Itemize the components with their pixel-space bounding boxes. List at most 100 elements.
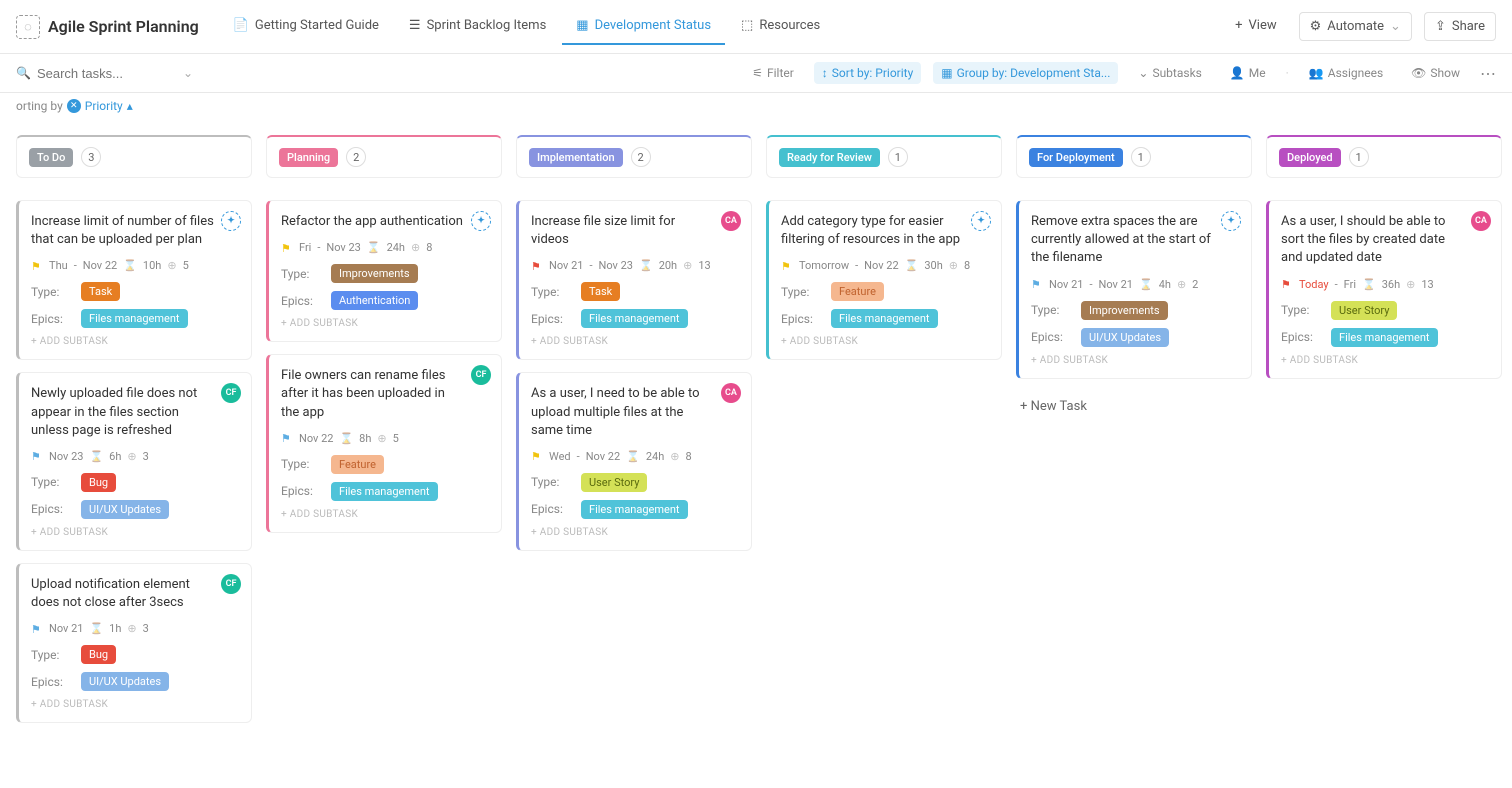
tab-resources[interactable]: ⬚Resources [727,8,834,45]
tab-getting-started-guide[interactable]: 📄Getting Started Guide [219,8,393,45]
sort-field-link[interactable]: Priority [85,99,123,113]
type-tag[interactable]: Task [581,282,620,301]
end-date[interactable]: Fri [1344,278,1356,291]
tab-sprint-backlog-items[interactable]: ☰Sprint Backlog Items [395,8,560,45]
priority-flag-icon[interactable]: ⚑ [31,260,43,272]
assignee-avatar[interactable]: CF [221,574,241,594]
add-subtask-button[interactable]: + ADD SUBTASK [31,699,239,710]
column-header[interactable]: Deployed1 [1266,135,1502,178]
sort-button[interactable]: ↕Sort by: Priority [814,62,921,84]
assignee-avatar[interactable]: ✦ [971,211,991,231]
epic-tag[interactable]: Files management [1331,328,1438,347]
end-date[interactable]: Nov 22 [83,259,117,272]
type-tag[interactable]: Improvements [331,264,418,283]
priority-flag-icon[interactable]: ⚑ [31,623,43,635]
end-date[interactable]: Nov 23 [599,259,633,272]
due-date[interactable]: Tomorrow [799,259,849,272]
end-date[interactable]: Nov 22 [864,259,898,272]
due-date[interactable]: Nov 23 [49,450,83,463]
priority-flag-icon[interactable]: ⚑ [1031,278,1043,290]
chevron-down-icon[interactable]: ⌄ [183,66,193,80]
task-card[interactable]: ✦Increase limit of number of files that … [16,200,252,360]
subtasks-button[interactable]: ⌄Subtasks [1130,62,1209,84]
tab-development-status[interactable]: ▦Development Status [562,8,725,45]
due-date[interactable]: Nov 21 [549,259,583,272]
add-subtask-button[interactable]: + ADD SUBTASK [281,509,489,520]
type-tag[interactable]: User Story [1331,301,1397,320]
priority-flag-icon[interactable]: ⚑ [531,450,543,462]
type-tag[interactable]: Feature [331,455,384,474]
add-view-button[interactable]: + View [1221,8,1291,45]
due-date[interactable]: Nov 22 [299,432,333,445]
type-tag[interactable]: User Story [581,473,647,492]
epic-tag[interactable]: Files management [581,500,688,519]
end-date[interactable]: Nov 23 [326,241,360,254]
task-card[interactable]: CAAs a user, I need to be able to upload… [516,372,752,551]
add-subtask-button[interactable]: + ADD SUBTASK [531,527,739,538]
priority-flag-icon[interactable]: ⚑ [781,260,793,272]
epic-tag[interactable]: Authentication [331,291,418,310]
add-subtask-button[interactable]: + ADD SUBTASK [31,527,239,538]
type-tag[interactable]: Bug [81,473,116,492]
add-subtask-button[interactable]: + ADD SUBTASK [531,336,739,347]
epic-tag[interactable]: Files management [831,309,938,328]
assignee-avatar[interactable]: CA [721,211,741,231]
epic-tag[interactable]: UI/UX Updates [1081,328,1169,347]
task-card[interactable]: CAAs a user, I should be able to sort th… [1266,200,1502,379]
column-header[interactable]: Ready for Review1 [766,135,1002,178]
column-header[interactable]: To Do3 [16,135,252,178]
show-button[interactable]: 👁Show [1403,62,1468,84]
type-tag[interactable]: Improvements [1081,301,1168,320]
epic-tag[interactable]: Files management [81,309,188,328]
type-tag[interactable]: Feature [831,282,884,301]
me-button[interactable]: 👤Me [1222,62,1274,84]
task-card[interactable]: ✦Refactor the app authentication⚑Fri-Nov… [266,200,502,342]
type-tag[interactable]: Task [81,282,120,301]
share-button[interactable]: ⇪ Share [1424,12,1496,41]
task-card[interactable]: ✦Remove extra spaces the are currently a… [1016,200,1252,379]
task-card[interactable]: CFFile owners can rename files after it … [266,354,502,533]
add-subtask-button[interactable]: + ADD SUBTASK [1281,355,1489,366]
group-button[interactable]: ▦Group by: Development Sta... [933,62,1118,84]
epic-tag[interactable]: Files management [331,482,438,501]
due-date[interactable]: Wed [549,450,571,463]
due-date[interactable]: Nov 21 [1049,278,1083,291]
priority-flag-icon[interactable]: ⚑ [281,242,293,254]
due-date[interactable]: Nov 21 [49,622,83,635]
priority-flag-icon[interactable]: ⚑ [281,432,293,444]
priority-flag-icon[interactable]: ⚑ [1281,278,1293,290]
end-date[interactable]: Nov 21 [1099,278,1133,291]
workspace-icon[interactable]: ◌ [16,15,40,39]
task-card[interactable]: CFNewly uploaded file does not appear in… [16,372,252,551]
search-box[interactable]: 🔍 ⌄ [16,66,216,81]
epic-tag[interactable]: Files management [581,309,688,328]
due-date[interactable]: Fri [299,241,311,254]
task-card[interactable]: CFUpload notification element does not c… [16,563,252,723]
add-subtask-button[interactable]: + ADD SUBTASK [781,336,989,347]
column-header[interactable]: For Deployment1 [1016,135,1252,178]
add-subtask-button[interactable]: + ADD SUBTASK [281,318,489,329]
assignee-avatar[interactable]: ✦ [1221,211,1241,231]
column-header[interactable]: Implementation2 [516,135,752,178]
assignee-avatar[interactable]: CA [1471,211,1491,231]
task-card[interactable]: ✦Add category type for easier filtering … [766,200,1002,360]
add-subtask-button[interactable]: + ADD SUBTASK [31,336,239,347]
assignee-avatar[interactable]: ✦ [221,211,241,231]
add-subtask-button[interactable]: + ADD SUBTASK [1031,355,1239,366]
assignee-avatar[interactable]: ✦ [471,211,491,231]
column-header[interactable]: Planning2 [266,135,502,178]
due-date[interactable]: Today [1299,278,1329,291]
more-button[interactable]: ⋯ [1480,64,1496,83]
new-task-button[interactable]: + New Task [1016,391,1252,422]
clear-sort-button[interactable]: ✕ [67,99,81,113]
search-input[interactable] [37,66,177,81]
epic-tag[interactable]: UI/UX Updates [81,500,169,519]
priority-flag-icon[interactable]: ⚑ [31,450,43,462]
end-date[interactable]: Nov 22 [586,450,620,463]
filter-button[interactable]: ⚟Filter [744,62,802,84]
task-card[interactable]: CAIncrease file size limit for videos⚑No… [516,200,752,360]
epic-tag[interactable]: UI/UX Updates [81,672,169,691]
assignees-button[interactable]: 👥Assignees [1301,62,1391,84]
priority-flag-icon[interactable]: ⚑ [531,260,543,272]
due-date[interactable]: Thu [49,259,68,272]
